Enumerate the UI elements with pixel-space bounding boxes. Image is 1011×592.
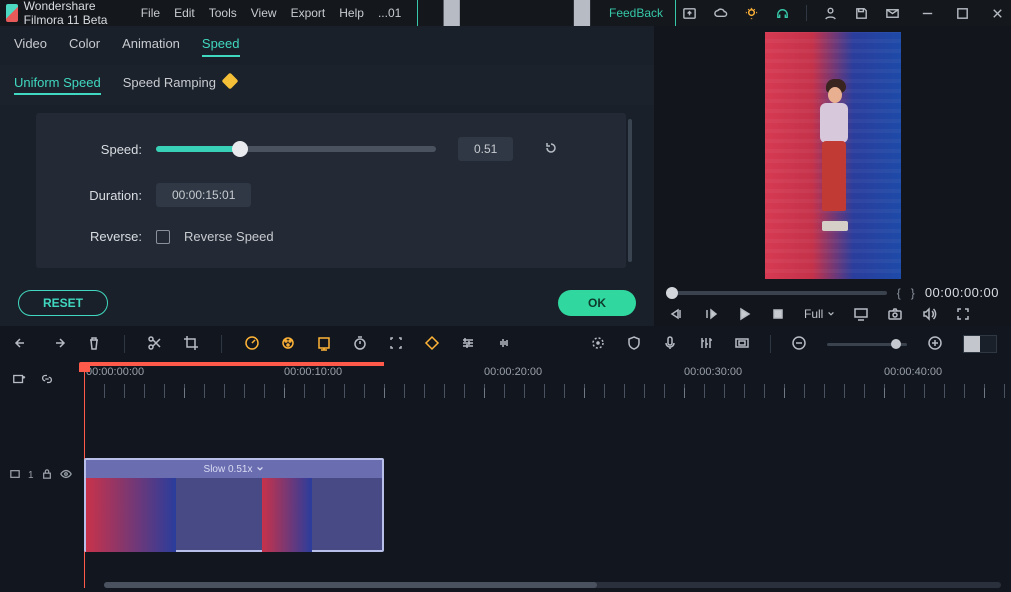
keyframe-icon[interactable]: [424, 335, 440, 354]
stop-icon[interactable]: [770, 306, 786, 322]
zoom-in-icon[interactable]: [927, 335, 943, 354]
volume-icon[interactable]: [921, 306, 937, 322]
track-video-icon: [10, 469, 20, 482]
window-maximize-icon[interactable]: [955, 6, 970, 21]
prev-frame-icon[interactable]: [668, 306, 684, 322]
tab-video[interactable]: Video: [14, 36, 47, 57]
speed-reset-icon[interactable]: [543, 140, 559, 159]
account-icon[interactable]: [823, 6, 838, 21]
preview-scrubber[interactable]: [666, 291, 887, 295]
menu-help[interactable]: Help: [339, 6, 364, 20]
save-icon[interactable]: [854, 6, 869, 21]
link-icon[interactable]: [40, 372, 54, 389]
undo-icon[interactable]: [14, 335, 30, 354]
tab-color[interactable]: Color: [69, 36, 100, 57]
ruler-tick: 00:00:00:00: [86, 366, 144, 378]
speed-slider[interactable]: [156, 146, 436, 152]
ruler-tick: 00:00:20:00: [484, 366, 542, 378]
zoom-slider[interactable]: [827, 343, 907, 346]
reverse-checkbox[interactable]: [156, 230, 170, 244]
quality-dropdown[interactable]: Full: [804, 307, 835, 321]
mixer-icon[interactable]: [698, 335, 714, 354]
crop-icon[interactable]: [183, 335, 199, 354]
idea-icon[interactable]: [744, 6, 759, 21]
window-close-icon[interactable]: [990, 6, 1005, 21]
reverse-text: Reverse Speed: [184, 229, 274, 244]
headphones-icon[interactable]: [775, 6, 790, 21]
redo-icon[interactable]: [50, 335, 66, 354]
voiceover-icon[interactable]: [662, 335, 678, 354]
export-icon[interactable]: [682, 6, 697, 21]
split-icon[interactable]: [147, 335, 163, 354]
detect-icon[interactable]: [388, 335, 404, 354]
feedback-label: FeedBack: [609, 6, 663, 20]
speed-settings-panel: Speed: 0.51 Duration: 00:00:15:01 Revers…: [36, 113, 626, 268]
subtab-ramping-label: Speed Ramping: [123, 75, 216, 90]
delete-icon[interactable]: [86, 335, 102, 354]
timeline-ruler[interactable]: 00:00:00:00 00:00:10:00 00:00:20:00 00:0…: [84, 362, 1011, 398]
add-track-icon[interactable]: [12, 372, 26, 389]
play-icon[interactable]: [736, 306, 752, 322]
speed-tool-icon[interactable]: [244, 335, 260, 354]
frame-icon[interactable]: [734, 335, 750, 354]
track-visibility-icon[interactable]: [60, 468, 72, 483]
fullscreen-icon[interactable]: [955, 306, 971, 322]
shield-icon[interactable]: [626, 335, 642, 354]
zoom-out-icon[interactable]: [791, 335, 807, 354]
snapshot-icon[interactable]: [887, 306, 903, 322]
color-tool-icon[interactable]: [280, 335, 296, 354]
preview-viewport: [765, 32, 901, 279]
menu-view[interactable]: View: [251, 6, 277, 20]
ok-button[interactable]: OK: [558, 290, 636, 316]
mark-out-icon[interactable]: }: [911, 286, 915, 300]
audio-wave-icon[interactable]: [496, 335, 512, 354]
timeline-clip[interactable]: Slow 0.51x video: [84, 458, 384, 552]
tab-animation[interactable]: Animation: [122, 36, 180, 57]
cloud-icon[interactable]: [713, 6, 728, 21]
app-logo: [6, 4, 18, 22]
menu-file[interactable]: File: [141, 6, 160, 20]
reverse-label: Reverse:: [66, 229, 142, 244]
mail-icon[interactable]: [885, 6, 900, 21]
tab-speed[interactable]: Speed: [202, 36, 240, 57]
track-index: 1: [28, 470, 34, 481]
subtab-uniform-speed[interactable]: Uniform Speed: [14, 75, 101, 95]
track-lock-icon[interactable]: [42, 469, 52, 482]
marker-tool-icon[interactable]: [590, 335, 606, 354]
ruler-tick: 00:00:30:00: [684, 366, 742, 378]
speed-label: Speed:: [66, 142, 142, 157]
clip-speed-label: Slow 0.51x: [204, 464, 253, 475]
view-toggle[interactable]: [963, 335, 997, 353]
menu-edit[interactable]: Edit: [174, 6, 195, 20]
separator: [806, 5, 807, 21]
mark-in-icon[interactable]: {: [897, 286, 901, 300]
premium-badge-icon: [221, 73, 238, 90]
menu-tools[interactable]: Tools: [209, 6, 237, 20]
adjust-icon[interactable]: [460, 335, 476, 354]
menu-export[interactable]: Export: [291, 6, 326, 20]
greenscreen-icon[interactable]: [316, 335, 332, 354]
subtab-speed-ramping[interactable]: Speed Ramping: [123, 75, 236, 95]
reset-button[interactable]: RESET: [18, 290, 108, 316]
duration-label: Duration:: [66, 188, 142, 203]
duration-tool-icon[interactable]: [352, 335, 368, 354]
menu-more[interactable]: ...01: [378, 6, 401, 20]
ruler-tick: 00:00:10:00: [284, 366, 342, 378]
render-dropdown-icon[interactable]: [853, 306, 869, 322]
preview-timecode: 00:00:00:00: [925, 285, 999, 300]
app-title: Wondershare Filmora 11 Beta: [24, 0, 127, 27]
duration-value-input[interactable]: 00:00:15:01: [156, 183, 251, 207]
window-minimize-icon[interactable]: [920, 6, 935, 21]
timeline-scrollbar[interactable]: [104, 582, 1001, 588]
speed-value-input[interactable]: 0.51: [458, 137, 513, 161]
ruler-tick: 00:00:40:00: [884, 366, 942, 378]
play-pause-icon[interactable]: [702, 306, 718, 322]
